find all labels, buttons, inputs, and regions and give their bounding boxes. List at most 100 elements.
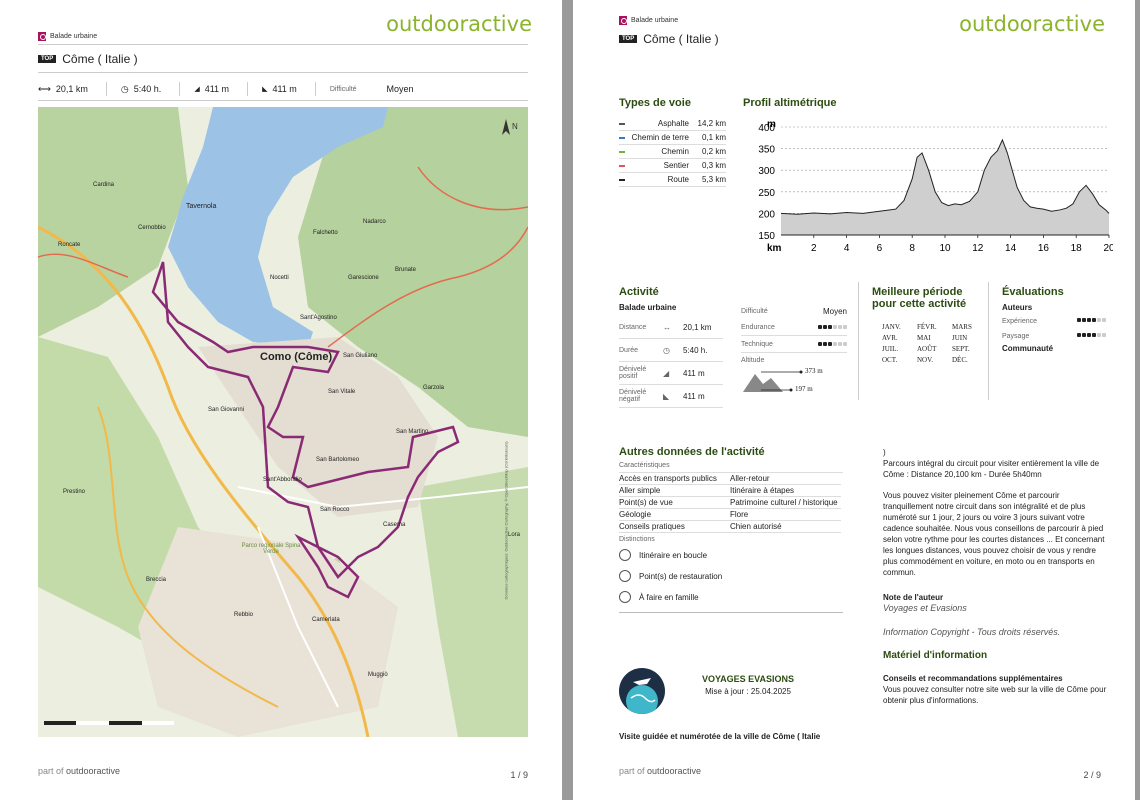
map-label: Roncate	[58, 242, 81, 248]
map-label: Sant'Agostino	[300, 315, 337, 321]
season-title: Meilleure période pour cette activité	[872, 286, 967, 310]
restaurant-icon	[619, 570, 631, 582]
level-dot	[1082, 333, 1086, 337]
authors-label: Auteurs	[1002, 303, 1033, 312]
map-label: Nadarco	[363, 219, 386, 225]
landscape-row: Paysage	[1002, 333, 1106, 340]
level-dot	[823, 325, 827, 329]
characteristic-row: Aller simple Itinéraire à étapes	[619, 485, 841, 497]
loop-icon	[619, 549, 631, 561]
characteristic-item: Accès en transports publics	[619, 474, 717, 483]
route-map[interactable]: N Tavernola Cardina Roncate Cernobbio No…	[38, 107, 528, 737]
activity-label: Durée	[619, 346, 639, 354]
divider	[988, 282, 989, 400]
level-dot	[833, 342, 837, 346]
brand-logo[interactable]: outdooractive	[386, 12, 532, 36]
characteristic-item: Chien autorisé	[730, 522, 782, 531]
brand-logo[interactable]: outdooractive	[959, 12, 1105, 36]
author-avatar[interactable]	[619, 668, 665, 714]
surface-label: Chemin de terre	[631, 133, 689, 142]
activity-label: Dénivelé négatif	[619, 389, 647, 403]
level-dot	[1077, 318, 1081, 322]
map-label: Tavernola	[186, 203, 217, 210]
ratings: Auteurs Expérience Paysage Communauté	[1002, 303, 1106, 353]
footer-brand[interactable]: outdooractive	[66, 766, 120, 776]
map-label: Sant'Abbondio	[263, 477, 302, 483]
profile-title: Profil altimétrique	[743, 97, 837, 109]
distinction-label: Point(s) de restauration	[639, 571, 723, 581]
map-label: San Vitale	[328, 389, 356, 395]
y-axis-label: m	[767, 119, 776, 130]
month-item: AVR.	[882, 334, 898, 342]
altitude-label: Altitude	[741, 357, 765, 364]
season-months: JANV. FÉVR. MARS AVR. MAI JUIN JUIL. AOÛT SEPT. O…	[882, 323, 987, 364]
map-label: Brunate	[395, 267, 417, 273]
category-label: Balade urbaine	[38, 32, 97, 41]
characteristic-item: Conseils pratiques	[619, 522, 685, 531]
month-item: NOV.	[917, 356, 934, 364]
distinction-label: Itinéraire en boucle	[639, 550, 708, 560]
alt-min: 197 m	[795, 385, 813, 393]
map-label: Nocetti	[270, 275, 289, 281]
globe-plane-icon	[626, 678, 658, 714]
month-item: JUIN	[952, 334, 968, 342]
surface-name: Asphalte	[619, 119, 689, 128]
characteristics: Caractéristiques Accès en transports pub…	[619, 462, 843, 613]
level-dot	[833, 325, 837, 329]
level-dot	[1092, 318, 1096, 322]
activity-stats: Balade urbaine Distance ↔ 20,1 km Durée ◷ 5:4…	[619, 303, 723, 408]
surface-table: Asphalte 14,2 km Chemin de terre 0,1 km Chem…	[619, 117, 726, 187]
footer-brand[interactable]: outdooractive	[647, 766, 701, 776]
month-item: SEPT.	[952, 345, 970, 353]
category-text: Balade urbaine	[631, 17, 679, 24]
y-tick-label: 250	[758, 188, 775, 199]
elevation-line	[780, 138, 1110, 215]
desc-intro: Parcours intégral du circuit pour visite…	[883, 459, 1100, 479]
level-dot	[843, 325, 847, 329]
activity-icon: ◢	[663, 368, 670, 378]
map-label: Cernobbio	[138, 225, 166, 231]
level-dot	[1077, 333, 1081, 337]
footer-prefix: part of	[619, 766, 645, 776]
characteristic-row: Géologie Flore	[619, 509, 841, 521]
map-label: San Martino	[396, 429, 429, 435]
stat-ascent: ◢ 411 m	[194, 82, 249, 96]
x-tick-label: 6	[877, 243, 883, 254]
map-label-city: Como (Côme)	[260, 351, 333, 363]
level-dot	[1087, 333, 1091, 337]
stat-difficulty: Difficulté Moyen	[330, 82, 432, 96]
experience-label: Expérience	[1002, 318, 1038, 325]
map-svg: N	[38, 107, 528, 737]
surface-swatch	[619, 178, 625, 181]
desc-body: Vous pouvez visiter pleinement Côme et p…	[883, 491, 1105, 577]
characteristic-row: Accès en transports publics Aller-retour	[619, 473, 841, 485]
activity-value: 411 m	[683, 368, 705, 378]
month-item: FÉVR.	[917, 323, 937, 331]
surface-row: Asphalte 14,2 km	[619, 117, 726, 131]
activity-row: Durée ◷ 5:40 h.	[619, 339, 723, 362]
distinctions-list: Itinéraire en boucle Point(s) de restaura…	[619, 549, 843, 603]
divider	[858, 282, 859, 400]
map-label: Lora	[508, 532, 521, 538]
page-title: TOP Côme ( Italie )	[38, 52, 138, 66]
activity-value: 5:40 h.	[683, 345, 708, 355]
advice-text: Vous pouvez consulter notre site web sur…	[883, 685, 1107, 705]
ratings-title: Évaluations	[1002, 286, 1064, 298]
activity-label: Dénivelé positif	[619, 366, 647, 380]
other-title: Autres données de l'activité	[619, 446, 765, 458]
author-name[interactable]: VOYAGES EVASIONS	[673, 674, 823, 684]
level-dot	[818, 342, 822, 346]
activity-icon: ◣	[663, 391, 670, 401]
altitude-graphic: 373 m 197 m	[741, 364, 847, 398]
page-1: outdooractive Balade urbaine TOP Côme ( …	[0, 0, 562, 800]
elevation-svg: 150200250300350400mkm 2 4 6 8 10 12 14 16 18 20	[758, 119, 1115, 254]
activity-title: Activité	[619, 286, 659, 298]
surface-row: Chemin de terre 0,1 km	[619, 131, 726, 145]
month-item: MARS	[952, 323, 972, 331]
x-tick-label: 14	[1005, 243, 1017, 254]
x-tick-label: 18	[1071, 243, 1083, 254]
stats-bar: ⟷ 20,1 km ◷ 5:40 h. ◢ 411 m ◣ 411 m Difficul…	[38, 82, 446, 96]
ascent-icon: ◢	[194, 86, 200, 93]
characteristic-item: Point(s) de vue	[619, 498, 673, 507]
characteristic-item: Flore	[730, 510, 749, 519]
